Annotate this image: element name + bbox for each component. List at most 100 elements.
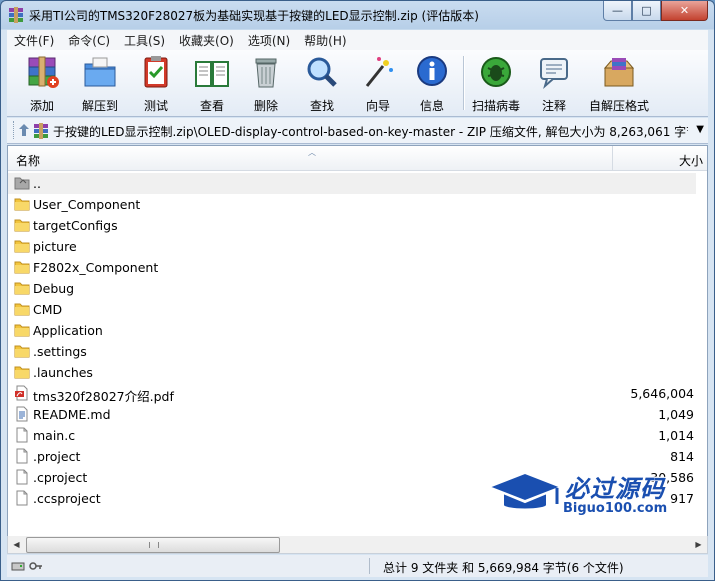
toolbar-separator bbox=[463, 56, 465, 110]
wizard-wand-icon bbox=[365, 57, 393, 87]
delete-label: 删除 bbox=[253, 99, 278, 113]
menu-bar: 文件(F) 命令(C) 工具(S) 收藏夹(O) 选项(N) 帮助(H) bbox=[7, 30, 708, 50]
add-button[interactable]: 添加 bbox=[15, 54, 69, 113]
info-label: 信息 bbox=[419, 99, 444, 113]
horizontal-scrollbar[interactable]: ◀ ▶ bbox=[7, 536, 708, 554]
menu-favorites[interactable]: 收藏夹(O) bbox=[172, 32, 241, 49]
scroll-right-icon[interactable]: ▶ bbox=[690, 536, 707, 553]
table-row[interactable]: targetConfigs bbox=[8, 215, 696, 236]
virus-scan-label: 扫描病毒 bbox=[471, 99, 520, 113]
sfx-button[interactable]: 自解压格式 bbox=[587, 54, 651, 113]
info-icon bbox=[417, 56, 447, 86]
close-button[interactable]: ✕ bbox=[661, 1, 708, 21]
test-clipboard-icon bbox=[144, 56, 168, 88]
winrar-app-icon bbox=[9, 7, 23, 23]
file-name: User_Component bbox=[33, 197, 141, 212]
file-name: tms320f28027介绍.pdf bbox=[33, 389, 174, 404]
menu-options[interactable]: 选项(N) bbox=[241, 32, 297, 49]
file-icon bbox=[14, 448, 30, 464]
wizard-button[interactable]: 向导 bbox=[351, 54, 405, 113]
table-row[interactable]: User_Component bbox=[8, 194, 696, 215]
file-name: .. bbox=[33, 176, 41, 191]
table-row[interactable]: .. bbox=[8, 173, 696, 194]
sfx-box-icon bbox=[603, 58, 635, 87]
folder-icon bbox=[14, 217, 30, 233]
file-name: Application bbox=[33, 323, 103, 338]
file-size: 1,014 bbox=[658, 428, 694, 443]
watermark: 必过源码 Biguo100.com bbox=[486, 467, 699, 523]
menu-tools[interactable]: 工具(S) bbox=[117, 32, 172, 49]
column-header-size[interactable]: 大小 bbox=[679, 152, 703, 169]
add-label: 添加 bbox=[29, 99, 54, 113]
folder-icon bbox=[14, 322, 30, 338]
virus-scan-bug-icon bbox=[481, 57, 511, 87]
file-name: .settings bbox=[33, 344, 87, 359]
info-button[interactable]: 信息 bbox=[405, 54, 459, 113]
sort-up-icon: ︿ bbox=[308, 148, 316, 157]
table-row[interactable]: Debug bbox=[8, 278, 696, 299]
column-divider[interactable] bbox=[612, 146, 613, 170]
virus-scan-button[interactable]: 扫描病毒 bbox=[469, 54, 523, 113]
address-grip bbox=[13, 121, 17, 139]
find-label: 查找 bbox=[309, 99, 334, 113]
file-name: Debug bbox=[33, 281, 75, 296]
folder-icon bbox=[14, 280, 30, 296]
table-row[interactable]: main.c 1,014 bbox=[8, 425, 696, 446]
file-name: main.c bbox=[33, 428, 76, 443]
up-folder-icon[interactable] bbox=[18, 123, 30, 137]
status-icons bbox=[11, 559, 43, 573]
toolbar: 添加 解压到 测试 查看 删除 查找 向导 信息 扫描病毒 注释 自解压格式 bbox=[7, 50, 708, 117]
maximize-button[interactable]: □ bbox=[632, 1, 661, 21]
table-row[interactable]: .settings bbox=[8, 341, 696, 362]
table-row[interactable]: F2802x_Component bbox=[8, 257, 696, 278]
address-bar[interactable]: 于按键的LED显示控制.zip\OLED-display-control-bas… bbox=[7, 118, 708, 144]
scroll-left-icon[interactable]: ◀ bbox=[8, 536, 25, 553]
view-book-icon bbox=[195, 61, 229, 87]
chevron-down-icon[interactable]: ▼ bbox=[696, 124, 704, 135]
table-row[interactable]: .launches bbox=[8, 362, 696, 383]
find-button[interactable]: 查找 bbox=[295, 54, 349, 113]
folder-icon bbox=[14, 259, 30, 275]
table-row[interactable]: CMD bbox=[8, 299, 696, 320]
file-icon bbox=[14, 427, 30, 443]
window-title: 采用TI公司的TMS320F28027板为基础实现基于按键的LED显示控制.zi… bbox=[29, 9, 479, 23]
menu-file[interactable]: 文件(F) bbox=[7, 32, 61, 49]
view-button[interactable]: 查看 bbox=[185, 54, 239, 113]
file-icon bbox=[14, 469, 30, 485]
title-bar[interactable]: 采用TI公司的TMS320F28027板为基础实现基于按键的LED显示控制.zi… bbox=[1, 1, 714, 29]
archive-icon bbox=[34, 123, 48, 139]
folder-icon bbox=[14, 238, 30, 254]
find-magnifier-icon bbox=[307, 57, 337, 87]
key-icon[interactable] bbox=[29, 559, 43, 573]
minimize-button[interactable]: — bbox=[603, 1, 632, 21]
view-label: 查看 bbox=[199, 99, 224, 113]
extract-to-label: 解压到 bbox=[81, 99, 118, 113]
file-name: README.md bbox=[33, 407, 111, 422]
file-size: 1,049 bbox=[658, 407, 694, 422]
test-label: 测试 bbox=[143, 99, 168, 113]
folder-icon bbox=[14, 343, 30, 359]
comment-button[interactable]: 注释 bbox=[527, 54, 581, 113]
drive-icon[interactable] bbox=[11, 559, 25, 573]
delete-button[interactable]: 删除 bbox=[239, 54, 293, 113]
column-header-name[interactable]: 名称 bbox=[16, 152, 40, 169]
menu-help[interactable]: 帮助(H) bbox=[297, 32, 353, 49]
menu-commands[interactable]: 命令(C) bbox=[61, 32, 117, 49]
table-row[interactable]: README.md 1,049 bbox=[8, 404, 696, 425]
delete-trash-icon bbox=[255, 58, 277, 88]
test-button[interactable]: 测试 bbox=[129, 54, 183, 113]
table-row[interactable]: .project 814 bbox=[8, 446, 696, 467]
scroll-thumb[interactable] bbox=[26, 537, 280, 553]
status-summary: 总计 9 文件夹 和 5,669,984 字节(6 个文件) bbox=[383, 561, 624, 575]
file-name: .launches bbox=[33, 365, 93, 380]
table-row[interactable]: picture bbox=[8, 236, 696, 257]
table-row[interactable]: tms320f28027介绍.pdf 5,646,004 bbox=[8, 383, 696, 404]
file-name: picture bbox=[33, 239, 77, 254]
file-name: F2802x_Component bbox=[33, 260, 159, 275]
status-divider bbox=[369, 558, 370, 574]
add-archive-icon bbox=[28, 56, 59, 88]
table-row[interactable]: Application bbox=[8, 320, 696, 341]
window-controls: — □ ✕ bbox=[603, 1, 708, 21]
file-name: CMD bbox=[33, 302, 63, 317]
extract-to-button[interactable]: 解压到 bbox=[73, 54, 127, 113]
